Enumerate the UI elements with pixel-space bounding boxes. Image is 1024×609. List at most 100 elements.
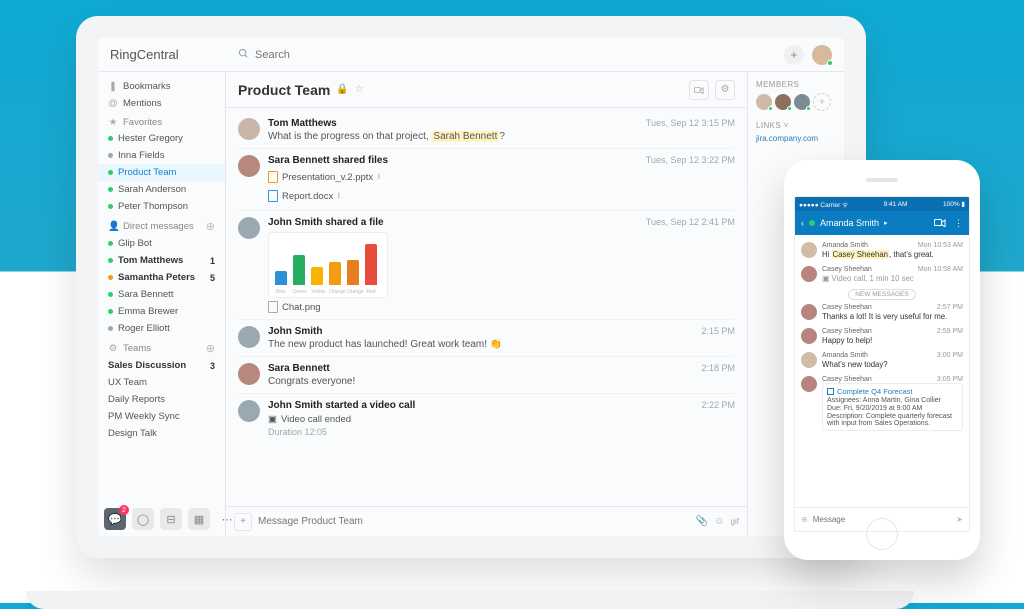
settings-button[interactable]: ⚙: [715, 80, 735, 100]
download-icon[interactable]: ⭳: [377, 169, 380, 185]
sidebar-teams-header[interactable]: ⚙Teams⊕: [98, 337, 225, 357]
new-button[interactable]: +: [784, 45, 804, 65]
sidebar-dm-3[interactable]: Sara Bennett: [98, 286, 225, 303]
person-icon: 👤: [108, 221, 118, 232]
gif-button[interactable]: gif: [731, 517, 739, 526]
avatar[interactable]: [801, 328, 817, 344]
add-member-button[interactable]: +: [813, 93, 831, 111]
phone-message-item: Casey Sheehan3:05 PM Complete Q4 Forecas…: [801, 373, 963, 434]
clock-label: 9:41 AM: [884, 201, 908, 208]
mention[interactable]: Casey Sheehan: [832, 250, 889, 259]
avatar[interactable]: [801, 266, 817, 282]
phone-composer[interactable]: ⊕ ➤: [795, 507, 969, 531]
sidebar-team-4[interactable]: Design Talk: [98, 425, 225, 442]
sidebar-item-label: Peter Thompson: [118, 201, 188, 212]
mention[interactable]: Sarah Bennett: [431, 131, 499, 142]
avatar[interactable]: [801, 376, 817, 392]
nav-messages[interactable]: 💬2: [104, 508, 126, 530]
sidebar-team-0[interactable]: Sales Discussion3: [98, 357, 225, 374]
nav-tasks[interactable]: ⊟: [160, 508, 182, 530]
chevron-right-icon[interactable]: ▸: [884, 219, 888, 227]
top-bar: RingCentral +: [98, 38, 844, 72]
sidebar-item-label: Emma Brewer: [118, 306, 178, 317]
clip-icon[interactable]: 📎: [696, 516, 708, 527]
file-image-icon: [268, 301, 278, 313]
phone-message-list[interactable]: Amanda SmithMon 10:53 AMHi Casey Sheehan…: [795, 235, 969, 507]
chart-image[interactable]: BlueGreenYellowOrangeOrangeRed: [268, 232, 388, 298]
phone-composer-input[interactable]: [813, 515, 952, 524]
presence-dot-icon: [108, 275, 113, 280]
checkbox-icon[interactable]: [827, 388, 834, 395]
sidebar-head-label: Teams: [123, 343, 151, 354]
profile-avatar[interactable]: [812, 45, 832, 65]
nav-badge: 2: [119, 505, 129, 515]
sidebar-fav-3[interactable]: Sarah Anderson: [98, 181, 225, 198]
add-dm-icon[interactable]: ⊕: [206, 220, 215, 233]
sidebar-fav-4[interactable]: Peter Thompson: [98, 198, 225, 215]
avatar[interactable]: [238, 326, 260, 348]
add-icon[interactable]: ⊕: [801, 515, 808, 524]
global-search[interactable]: [238, 48, 772, 62]
emoji-button[interactable]: ☺: [714, 516, 724, 527]
sidebar-favorites-header[interactable]: ★Favorites: [98, 112, 225, 130]
sidebar-fav-1[interactable]: Inna Fields: [98, 147, 225, 164]
video-icon[interactable]: [934, 218, 946, 229]
file-attachment[interactable]: Report.docx⭳: [268, 188, 735, 204]
more-icon[interactable]: ⋮: [954, 218, 963, 229]
avatar[interactable]: [238, 400, 260, 422]
sidebar-fav-2[interactable]: Product Team: [98, 164, 225, 181]
star-outline-icon[interactable]: ☆: [355, 84, 364, 95]
links-header[interactable]: LINKS ˅: [756, 121, 836, 130]
nav-more[interactable]: ⋯: [216, 508, 238, 530]
link-item[interactable]: jira.company.com: [756, 134, 836, 143]
sidebar-dm-5[interactable]: Roger Elliott: [98, 320, 225, 337]
message-composer[interactable]: + 📎 ☺ gif: [226, 506, 747, 536]
composer-input[interactable]: [258, 516, 690, 527]
sidebar-bookmarks[interactable]: ❚ Bookmarks: [98, 78, 225, 95]
phone-conversation-title[interactable]: Amanda Smith: [820, 218, 879, 228]
sidebar-team-2[interactable]: Daily Reports: [98, 391, 225, 408]
sidebar-dm-4[interactable]: Emma Brewer: [98, 303, 225, 320]
message-text: Hi Casey Sheehan, that's great.: [822, 250, 963, 260]
avatar[interactable]: [238, 118, 260, 140]
file-attachment[interactable]: Presentation_v.2.pptx⭳: [268, 169, 735, 185]
avatar[interactable]: [238, 155, 260, 177]
laptop-frame: RingCentral + ❚ Bookmarks @Mentions: [76, 16, 866, 558]
sidebar-item-label: Roger Elliott: [118, 323, 170, 334]
task-card[interactable]: Complete Q4 Forecast Assignees: Anna Mar…: [822, 383, 963, 431]
avatar[interactable]: [238, 217, 260, 239]
message-time: 2:18 PM: [701, 363, 735, 373]
message-item: Sara Bennett shared filesTues, Sep 12 3:…: [238, 148, 735, 210]
avatar[interactable]: [801, 304, 817, 320]
sidebar-mentions[interactable]: @Mentions: [98, 95, 225, 112]
sidebar-team-1[interactable]: UX Team: [98, 374, 225, 391]
sidebar-fav-0[interactable]: Hester Gregory: [98, 130, 225, 147]
sidebar-dm-0[interactable]: Glip Bot: [98, 235, 225, 252]
task-assignees: Assignees: Anna Martin, Gina Collier: [827, 397, 958, 404]
send-icon[interactable]: ➤: [956, 515, 963, 524]
add-team-icon[interactable]: ⊕: [206, 342, 215, 355]
bookmark-icon: ❚: [108, 81, 118, 92]
nav-calendar[interactable]: ▦: [188, 508, 210, 530]
presence-dot-icon: [108, 153, 113, 158]
sidebar-team-3[interactable]: PM Weekly Sync: [98, 408, 225, 425]
file-attachment[interactable]: Chat.png: [268, 301, 735, 313]
download-icon[interactable]: ⭳: [337, 188, 340, 204]
avatar[interactable]: [801, 352, 817, 368]
nav-contacts[interactable]: ◯: [132, 508, 154, 530]
message-list[interactable]: Tom MatthewsTues, Sep 12 3:15 PM What is…: [226, 108, 747, 506]
search-input[interactable]: [255, 49, 772, 61]
member-avatar[interactable]: [794, 94, 810, 110]
sidebar-dm-1[interactable]: Tom Matthews1: [98, 252, 225, 269]
avatar[interactable]: [238, 363, 260, 385]
sidebar-dm-2[interactable]: Samantha Peters5: [98, 269, 225, 286]
member-avatar[interactable]: [775, 94, 791, 110]
member-avatar[interactable]: [756, 94, 772, 110]
message-text: ▣ Video call, 1 min 10 sec: [822, 274, 963, 284]
back-icon[interactable]: ‹: [801, 218, 804, 228]
sidebar-dm-header[interactable]: 👤Direct messages⊕: [98, 215, 225, 235]
sidebar-item-label: Bookmarks: [123, 81, 171, 92]
avatar[interactable]: [801, 242, 817, 258]
members-header: MEMBERS: [756, 80, 836, 89]
video-call-button[interactable]: [689, 80, 709, 100]
